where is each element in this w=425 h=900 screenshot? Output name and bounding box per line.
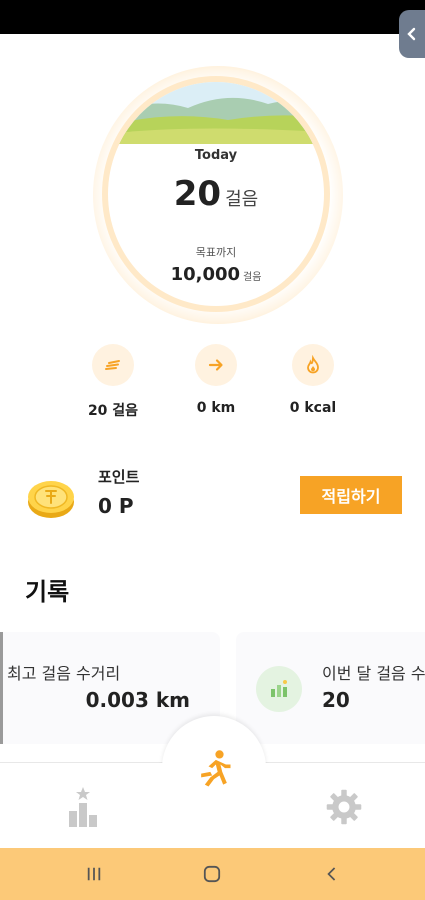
today-steps-circle: Today 20 걸음 목표까지 10,000 걸음	[108, 82, 324, 306]
today-steps-unit: 걸음	[225, 189, 259, 210]
landscape-illustration	[108, 82, 324, 144]
coin-icon	[28, 481, 74, 518]
chevron-left-icon	[407, 27, 416, 41]
goal-steps-unit: 걸음	[243, 272, 262, 283]
records-title: 기록	[25, 578, 70, 606]
stat-calories: 0 kcal	[263, 344, 363, 416]
points-title: 포인트	[98, 468, 140, 486]
distance-arrow-icon	[195, 344, 237, 386]
monthly-steps-label: 이번 달 걸음 수	[322, 664, 425, 683]
points-value: 0 P	[98, 494, 134, 518]
monthly-steps-card[interactable]: 이번 달 걸음 수 20	[236, 632, 425, 744]
best-distance-value: 0.003 km	[85, 688, 190, 712]
monthly-steps-value: 20	[322, 688, 350, 712]
calorie-flame-icon	[292, 344, 334, 386]
recent-apps-icon	[87, 867, 101, 881]
steps-icon	[92, 344, 134, 386]
system-navigation-bar	[0, 848, 425, 900]
settings-icon	[326, 789, 362, 825]
recent-apps-button[interactable]	[74, 860, 114, 888]
back-icon	[327, 867, 336, 881]
running-icon	[201, 750, 231, 787]
goal-steps-count: 10,000	[170, 264, 241, 285]
stat-calories-value: 0 kcal	[289, 400, 337, 416]
best-distance-label: 최고 걸음 수거리	[7, 664, 121, 683]
stat-distance: 0 km	[166, 344, 266, 416]
today-steps: 20 걸음	[108, 174, 324, 214]
earn-points-button[interactable]: 적립하기	[300, 476, 402, 514]
stat-steps-value: 20 걸음	[87, 403, 139, 419]
ranking-icon	[69, 787, 97, 827]
monthly-chart-icon	[256, 666, 302, 712]
status-bar	[0, 0, 425, 34]
back-button[interactable]	[312, 860, 352, 888]
stat-distance-value: 0 km	[196, 400, 236, 416]
home-button[interactable]	[192, 860, 232, 888]
goal-steps: 10,000 걸음	[108, 264, 324, 285]
today-label: Today	[194, 148, 238, 163]
settings-tab[interactable]	[322, 785, 366, 829]
side-panel-tab[interactable]	[399, 10, 425, 58]
goal-label: 목표까지	[195, 246, 237, 259]
ranking-tab[interactable]	[60, 785, 106, 829]
home-icon	[203, 865, 221, 883]
stat-steps: 20 걸음	[63, 344, 163, 420]
today-steps-count: 20	[173, 174, 222, 214]
running-tab[interactable]	[190, 746, 238, 794]
